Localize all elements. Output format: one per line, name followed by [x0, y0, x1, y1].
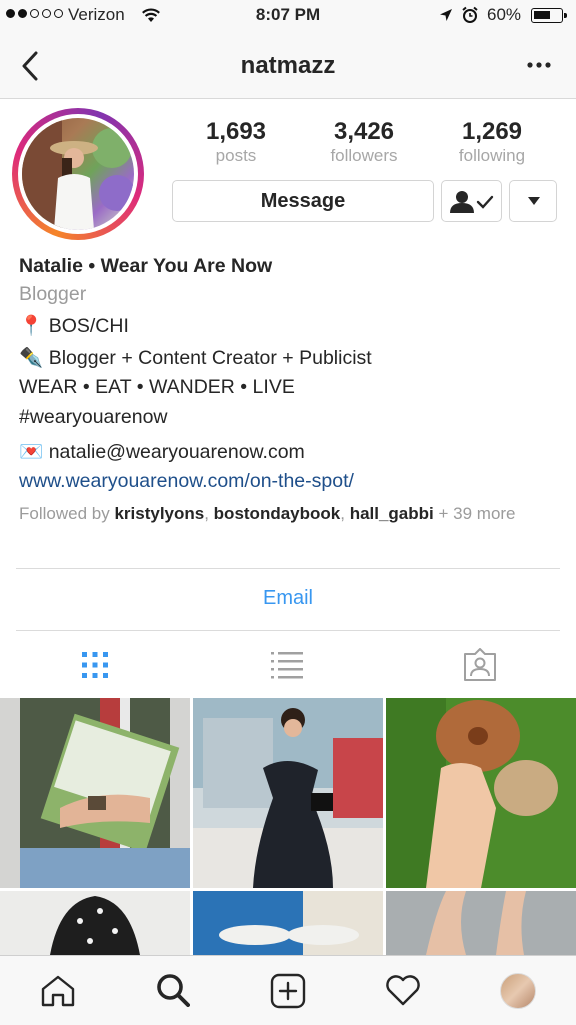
divider — [16, 568, 560, 569]
post-thumbnail[interactable] — [193, 698, 383, 888]
bio-line: ✒️ Blogger + Content Creator + Publicist — [19, 346, 372, 370]
followed-by-text[interactable]: Followed by kristylyons, bostondaybook, … — [19, 503, 549, 525]
grid-view-icon[interactable] — [81, 651, 109, 679]
divider — [16, 630, 560, 631]
location-arrow-icon — [440, 9, 452, 21]
profile-avatar[interactable] — [12, 108, 144, 240]
following-label: following — [458, 146, 526, 165]
bio-hashtag[interactable]: #wearyouarenow — [19, 406, 168, 429]
status-bar: Verizon 8:07 PM 60% — [0, 0, 576, 32]
followers-label: followers — [330, 146, 398, 165]
bio-line: 📍 BOS/CHI — [19, 314, 129, 338]
navigation-bar: natmazz — [0, 32, 576, 99]
following-value: 1,269 — [461, 118, 523, 145]
love-letter-icon: 💌 — [19, 441, 44, 463]
following-count[interactable]: 1,269 following — [434, 118, 550, 166]
bio-line: WEAR • EAT • WANDER • LIVE — [19, 376, 295, 398]
posts-value: 1,693 — [205, 118, 267, 145]
profile-name: Natalie • Wear You Are Now — [19, 255, 273, 277]
profile-category: Blogger — [19, 283, 87, 305]
page-title: natmazz — [240, 52, 336, 79]
email-button[interactable]: Email — [0, 587, 576, 610]
posts-label: posts — [215, 146, 257, 165]
followers-count[interactable]: 3,426 followers — [306, 118, 422, 166]
post-thumbnail[interactable] — [0, 891, 190, 955]
battery-percent: 60% — [487, 5, 522, 24]
list-view-icon[interactable] — [271, 651, 303, 679]
caret-down-icon — [528, 197, 540, 205]
follower-username[interactable]: kristylyons — [114, 504, 204, 523]
pin-icon: 📍 — [19, 315, 44, 337]
profile-tab-avatar[interactable] — [500, 973, 536, 1009]
search-icon[interactable] — [156, 973, 190, 1007]
add-post-icon[interactable] — [270, 973, 306, 1009]
follower-username[interactable]: hall_gabbi — [350, 504, 434, 523]
following-status-button[interactable] — [441, 180, 502, 222]
message-button[interactable]: Message — [172, 180, 434, 222]
tagged-photos-icon[interactable] — [462, 648, 498, 682]
battery-icon — [531, 8, 567, 23]
bio-location: BOS/CHI — [48, 315, 129, 337]
home-icon[interactable] — [41, 975, 75, 1007]
post-thumbnail[interactable] — [193, 891, 383, 955]
alarm-icon — [462, 6, 478, 23]
followed-by-prefix: Followed by — [19, 504, 110, 523]
post-thumbnail[interactable] — [0, 698, 190, 888]
posts-count[interactable]: 1,693 posts — [178, 118, 294, 166]
website-link[interactable]: www.wearyouarenow.com/on-the-spot/ — [19, 470, 354, 493]
followers-value: 3,426 — [333, 118, 395, 145]
post-thumbnail[interactable] — [386, 891, 576, 955]
heart-icon[interactable] — [385, 974, 421, 1006]
bio-email: natalie@wearyouarenow.com — [48, 441, 305, 463]
profile-photo — [22, 118, 134, 230]
bio-line: 💌 natalie@wearyouarenow.com — [19, 440, 305, 464]
post-thumbnail[interactable] — [386, 698, 576, 888]
suggestions-dropdown-button[interactable] — [509, 180, 557, 222]
more-options-icon[interactable] — [527, 62, 551, 68]
bio-roles: Blogger + Content Creator + Publicist — [48, 347, 372, 369]
followed-by-more: + 39 more — [438, 504, 516, 523]
pen-icon: ✒️ — [19, 347, 44, 369]
person-check-icon — [450, 191, 494, 213]
bottom-tab-bar — [0, 955, 576, 1025]
follower-username[interactable]: bostondaybook — [214, 504, 341, 523]
